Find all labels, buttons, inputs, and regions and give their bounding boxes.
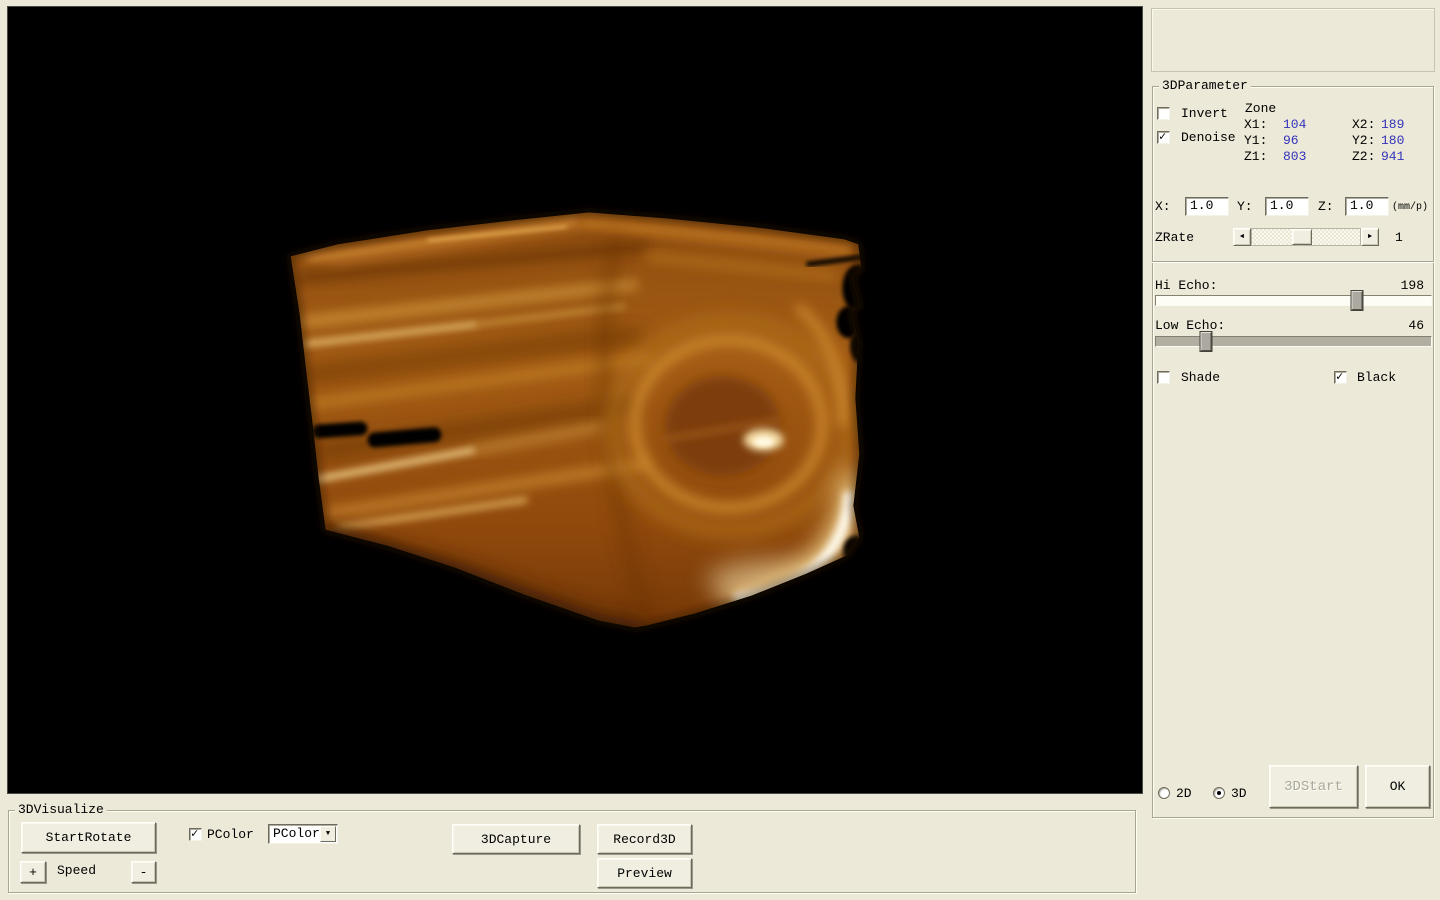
scroll-right-icon[interactable]: ► — [1361, 228, 1379, 246]
voxel-y-input[interactable]: 1.0 — [1265, 197, 1309, 216]
zone-x2-label: X2: — [1352, 117, 1375, 132]
visualize-group-title: 3DVisualize — [15, 802, 107, 818]
shade-label: Shade — [1181, 370, 1220, 385]
voxel-x-label: X: — [1155, 199, 1171, 214]
ultrasound-volume-render[interactable] — [8, 7, 1142, 793]
preview-button[interactable]: Preview — [597, 858, 692, 888]
panel-separator — [1152, 261, 1434, 263]
speed-minus-button[interactable]: - — [131, 861, 156, 883]
voxel-x-input[interactable]: 1.0 — [1185, 197, 1229, 216]
hi-echo-slider[interactable] — [1155, 295, 1432, 306]
chevron-down-icon[interactable]: ▼ — [320, 826, 336, 842]
zone-x2-value: 189 — [1381, 117, 1404, 132]
parameter-group-title: 3DParameter — [1159, 78, 1251, 94]
low-echo-thumb[interactable] — [1200, 332, 1211, 351]
zone-y1-value: 96 — [1283, 133, 1299, 148]
denoise-label: Denoise — [1181, 130, 1236, 145]
zone-y2-label: Y2: — [1352, 133, 1375, 148]
voxel-y-label: Y: — [1237, 199, 1253, 214]
pcolor-dropdown[interactable]: PColor ▼ — [268, 824, 338, 844]
zone-title: Zone — [1245, 101, 1276, 116]
voxel-unit-label: (mm/p) — [1392, 200, 1428, 215]
zrate-scrollbar[interactable]: ◄ ► — [1233, 228, 1379, 246]
start-rotate-button[interactable]: StartRotate — [21, 822, 156, 853]
zone-x1-label: X1: — [1244, 117, 1267, 132]
pcolor-checkbox[interactable]: ✓ — [189, 828, 202, 841]
zrate-value: 1 — [1395, 230, 1403, 245]
application-window: 3DParameter ✓ Invert ✓ Denoise Zone X1: … — [0, 0, 1440, 900]
capture-3d-button[interactable]: 3DCapture — [452, 824, 580, 854]
mode-3d-radio[interactable] — [1213, 787, 1225, 799]
black-label: Black — [1357, 370, 1396, 385]
black-checkbox[interactable]: ✓ — [1334, 371, 1347, 384]
hi-echo-value: 198 — [1380, 278, 1424, 293]
shade-checkbox[interactable]: ✓ — [1157, 371, 1170, 384]
zone-x1-value: 104 — [1283, 117, 1306, 132]
check-icon: ✓ — [191, 826, 198, 841]
start-3d-button[interactable]: 3DStart — [1269, 765, 1358, 808]
mode-3d-label: 3D — [1231, 786, 1247, 801]
invert-label: Invert — [1181, 106, 1228, 121]
scroll-left-icon[interactable]: ◄ — [1233, 228, 1251, 246]
pcolor-label: PColor — [207, 827, 254, 842]
hi-echo-label: Hi Echo: — [1155, 278, 1217, 293]
zone-y1-label: Y1: — [1244, 133, 1267, 148]
voxel-z-input[interactable]: 1.0 — [1345, 197, 1389, 216]
mode-2d-radio[interactable] — [1158, 787, 1170, 799]
low-echo-value: 46 — [1380, 318, 1424, 333]
zone-z2-label: Z2: — [1352, 149, 1375, 164]
render-viewport[interactable] — [7, 6, 1143, 794]
speed-plus-button[interactable]: + — [20, 861, 46, 883]
zrate-track[interactable] — [1251, 228, 1361, 246]
speed-label: Speed — [57, 863, 96, 878]
check-icon: ✓ — [1336, 369, 1343, 384]
check-icon: ✓ — [1159, 129, 1166, 144]
zone-y2-value: 180 — [1381, 133, 1404, 148]
denoise-checkbox[interactable]: ✓ — [1157, 131, 1170, 144]
hi-echo-thumb[interactable] — [1351, 291, 1362, 310]
zrate-thumb[interactable] — [1292, 229, 1312, 245]
voxel-z-label: Z: — [1318, 199, 1334, 214]
low-echo-slider[interactable] — [1155, 336, 1432, 347]
ok-button[interactable]: OK — [1365, 765, 1430, 808]
pcolor-dropdown-value: PColor — [273, 826, 320, 841]
invert-checkbox[interactable]: ✓ — [1157, 107, 1170, 120]
zone-z1-label: Z1: — [1244, 149, 1267, 164]
zrate-label: ZRate — [1155, 230, 1194, 245]
zone-z2-value: 941 — [1381, 149, 1404, 164]
mode-2d-label: 2D — [1176, 786, 1192, 801]
zone-z1-value: 803 — [1283, 149, 1306, 164]
top-right-panel — [1151, 8, 1435, 72]
parameter-groupbox: 3DParameter — [1152, 86, 1434, 818]
record-3d-button[interactable]: Record3D — [597, 824, 692, 854]
low-echo-label: Low Echo: — [1155, 318, 1225, 333]
